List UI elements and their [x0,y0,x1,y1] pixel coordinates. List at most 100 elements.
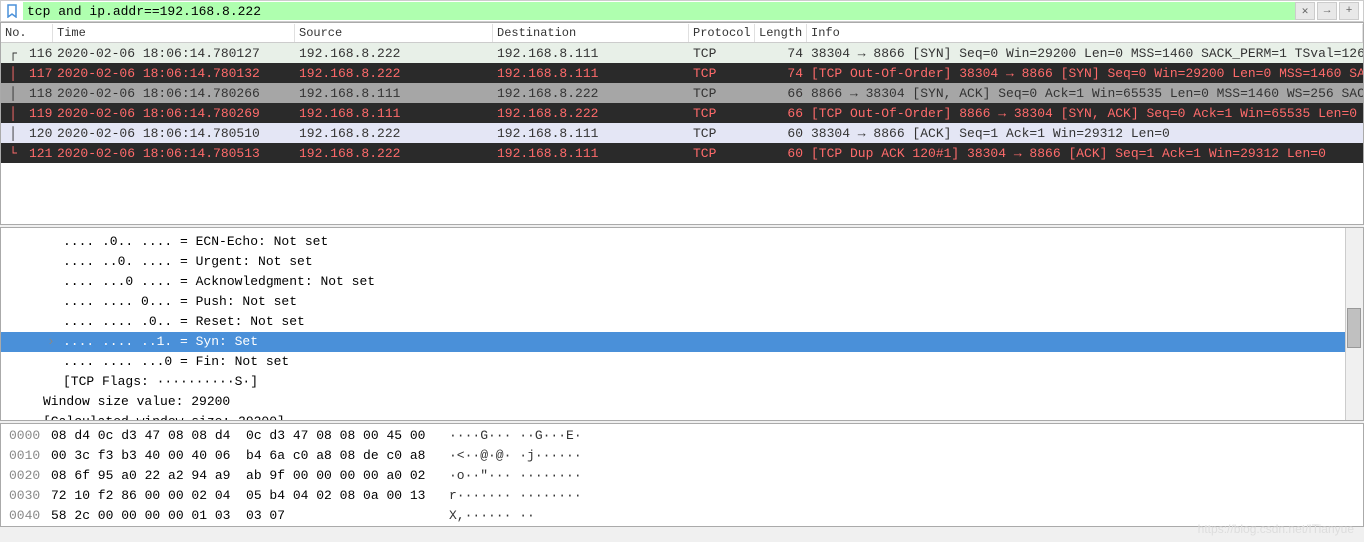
column-info[interactable]: Info [807,24,1363,42]
row-indicator: │ [1,65,25,82]
cell-protocol: TCP [689,45,755,62]
row-indicator: └ [1,145,25,162]
cell-protocol: TCP [689,85,755,102]
hex-line[interactable]: 002008 6f 95 a0 22 a2 94 a9 ab 9f 00 00 … [9,466,1355,486]
packet-list-header: No. Time Source Destination Protocol Len… [1,23,1363,43]
cell-no: 121 [25,145,53,162]
hex-ascii: ·<··@·@· ·j······ [449,446,582,466]
packet-details-pane: .... .0.. .... = ECN-Echo: Not set.... .… [0,227,1364,421]
cell-info: 38304 → 8866 [SYN] Seq=0 Win=29200 Len=0… [807,45,1363,62]
bookmark-icon[interactable] [3,2,21,20]
packet-row[interactable]: │1182020-02-06 18:06:14.780266192.168.8.… [1,83,1363,103]
hex-line[interactable]: 003072 10 f2 86 00 00 02 04 05 b4 04 02 … [9,486,1355,506]
cell-source: 192.168.8.222 [295,45,493,62]
column-source[interactable]: Source [295,24,493,42]
cell-length: 66 [755,105,807,122]
cell-time: 2020-02-06 18:06:14.780132 [53,65,295,82]
packet-row[interactable]: └1212020-02-06 18:06:14.780513192.168.8.… [1,143,1363,163]
hex-bytes: 00 3c f3 b3 40 00 40 06 b4 6a c0 a8 08 d… [51,446,449,466]
cell-source: 192.168.8.111 [295,105,493,122]
cell-destination: 192.168.8.222 [493,105,689,122]
packet-row[interactable]: │1192020-02-06 18:06:14.780269192.168.8.… [1,103,1363,123]
column-time[interactable]: Time [53,24,295,42]
cell-protocol: TCP [689,105,755,122]
cell-info: 38304 → 8866 [ACK] Seq=1 Ack=1 Win=29312… [807,125,1363,142]
clear-filter-button[interactable]: ✕ [1295,2,1315,20]
detail-line[interactable]: .... ..0. .... = Urgent: Not set [1,252,1363,272]
filter-buttons: ✕ → + [1295,2,1363,20]
add-filter-button[interactable]: + [1339,2,1359,20]
cell-no: 116 [25,45,53,62]
cell-no: 118 [25,85,53,102]
details-scrollbar[interactable] [1345,228,1363,420]
detail-line[interactable]: .... .... .0.. = Reset: Not set [1,312,1363,332]
cell-destination: 192.168.8.111 [493,65,689,82]
hex-offset: 0020 [9,466,51,486]
cell-protocol: TCP [689,125,755,142]
cell-info: [TCP Out-Of-Order] 8866 → 38304 [SYN, AC… [807,105,1363,122]
hex-line[interactable]: 004058 2c 00 00 00 00 01 03 03 07X,·····… [9,506,1355,526]
hex-offset: 0040 [9,506,51,526]
detail-line[interactable]: .... .... 0... = Push: Not set [1,292,1363,312]
packet-row[interactable]: │1172020-02-06 18:06:14.780132192.168.8.… [1,63,1363,83]
cell-info: [TCP Out-Of-Order] 38304 → 8866 [SYN] Se… [807,65,1363,82]
hex-ascii: ····G··· ··G···E· [449,426,582,446]
detail-line[interactable]: .... .... ...0 = Fin: Not set [1,352,1363,372]
hex-bytes: 08 d4 0c d3 47 08 08 d4 0c d3 47 08 08 0… [51,426,449,446]
expand-icon[interactable]: › [47,332,59,352]
detail-line[interactable]: ›.... .... ..1. = Syn: Set [1,332,1363,352]
cell-length: 74 [755,65,807,82]
row-indicator: │ [1,125,25,142]
packet-row[interactable]: ┌1162020-02-06 18:06:14.780127192.168.8.… [1,43,1363,63]
filter-input[interactable] [23,2,1295,20]
hex-offset: 0000 [9,426,51,446]
hex-offset: 0030 [9,486,51,506]
cell-no: 117 [25,65,53,82]
hex-bytes: 58 2c 00 00 00 00 01 03 03 07 [51,506,449,526]
cell-length: 60 [755,125,807,142]
hex-line[interactable]: 001000 3c f3 b3 40 00 40 06 b4 6a c0 a8 … [9,446,1355,466]
detail-line[interactable]: .... .0.. .... = ECN-Echo: Not set [1,232,1363,252]
detail-line[interactable]: [Calculated window size: 29200] [1,412,1363,421]
cell-time: 2020-02-06 18:06:14.780513 [53,145,295,162]
cell-length: 74 [755,45,807,62]
cell-info: 8866 → 38304 [SYN, ACK] Seq=0 Ack=1 Win=… [807,85,1363,102]
cell-time: 2020-02-06 18:06:14.780269 [53,105,295,122]
hex-line[interactable]: 000008 d4 0c d3 47 08 08 d4 0c d3 47 08 … [9,426,1355,446]
cell-time: 2020-02-06 18:06:14.780510 [53,125,295,142]
cell-destination: 192.168.8.111 [493,45,689,62]
hex-ascii: ·o··"··· ········ [449,466,582,486]
detail-line[interactable]: Window size value: 29200 [1,392,1363,412]
cell-info: [TCP Dup ACK 120#1] 38304 → 8866 [ACK] S… [807,145,1363,162]
apply-filter-button[interactable]: → [1317,2,1337,20]
column-length[interactable]: Length [755,24,807,42]
row-indicator: │ [1,85,25,102]
detail-line[interactable]: .... ...0 .... = Acknowledgment: Not set [1,272,1363,292]
row-indicator: ┌ [1,45,25,62]
cell-source: 192.168.8.222 [295,125,493,142]
column-protocol[interactable]: Protocol [689,24,755,42]
watermark: https://blog.csdn.net/ITianyue [1198,522,1354,536]
column-no[interactable]: No. [1,24,53,42]
scroll-thumb[interactable] [1347,308,1361,348]
hex-offset: 0010 [9,446,51,466]
cell-destination: 192.168.8.111 [493,145,689,162]
row-indicator: │ [1,105,25,122]
hex-ascii: X,······ ·· [449,506,535,526]
detail-line[interactable]: [TCP Flags: ··········S·] [1,372,1363,392]
cell-source: 192.168.8.222 [295,65,493,82]
cell-source: 192.168.8.111 [295,85,493,102]
cell-protocol: TCP [689,65,755,82]
cell-length: 60 [755,145,807,162]
hex-bytes: 08 6f 95 a0 22 a2 94 a9 ab 9f 00 00 00 0… [51,466,449,486]
details-content: .... .0.. .... = ECN-Echo: Not set.... .… [1,228,1363,421]
cell-time: 2020-02-06 18:06:14.780266 [53,85,295,102]
hex-content: 000008 d4 0c d3 47 08 08 d4 0c d3 47 08 … [1,424,1363,527]
filter-bar: ✕ → + [0,0,1364,22]
cell-source: 192.168.8.222 [295,145,493,162]
hex-ascii: r······· ········ [449,486,582,506]
packet-rows: ┌1162020-02-06 18:06:14.780127192.168.8.… [1,43,1363,163]
packet-row[interactable]: │1202020-02-06 18:06:14.780510192.168.8.… [1,123,1363,143]
column-destination[interactable]: Destination [493,24,689,42]
cell-no: 120 [25,125,53,142]
